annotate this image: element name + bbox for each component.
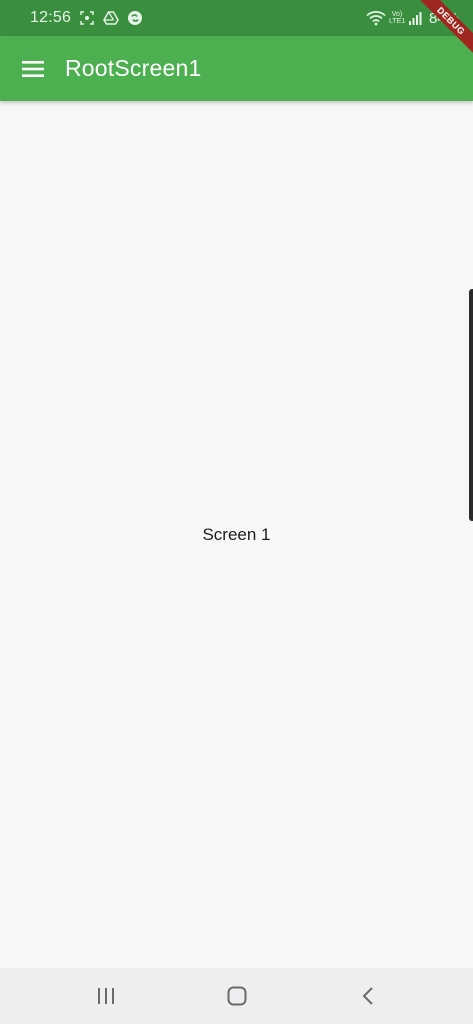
volte-icon: Vo) LTE1 — [389, 11, 405, 25]
status-right: Vo) LTE1 84% — [366, 10, 459, 27]
wifi-icon — [366, 10, 386, 26]
status-bar: 12:56 Vo) LTE1 84% — [0, 0, 473, 36]
recent-apps-icon — [96, 987, 116, 1005]
main-content: Screen 1 — [0, 101, 473, 968]
edge-panel-handle[interactable] — [469, 289, 473, 521]
volte-line2: LTE1 — [388, 18, 406, 25]
home-icon — [227, 986, 247, 1006]
page-title: RootScreen1 — [65, 55, 202, 81]
app-screen: 12:56 Vo) LTE1 84% DEBUG RootScreen1 Scr… — [0, 0, 473, 1024]
system-nav-bar — [0, 968, 473, 1024]
status-left: 12:56 — [30, 9, 143, 27]
back-icon — [361, 986, 375, 1006]
volte-line1: Vo) — [391, 11, 403, 18]
hamburger-menu-icon — [22, 60, 44, 77]
battery-percentage: 84% — [428, 9, 459, 27]
menu-button[interactable] — [20, 56, 46, 82]
back-button[interactable] — [348, 976, 388, 1016]
status-time: 12:56 — [30, 9, 72, 26]
screen-label: Screen 1 — [202, 524, 271, 544]
sync-app-icon — [127, 10, 143, 26]
screenshot-icon — [79, 10, 95, 26]
app-bar: RootScreen1 — [0, 36, 473, 101]
drive-icon — [103, 10, 119, 26]
recent-apps-button[interactable] — [86, 976, 126, 1016]
signal-icon — [408, 10, 422, 26]
home-button[interactable] — [217, 976, 257, 1016]
